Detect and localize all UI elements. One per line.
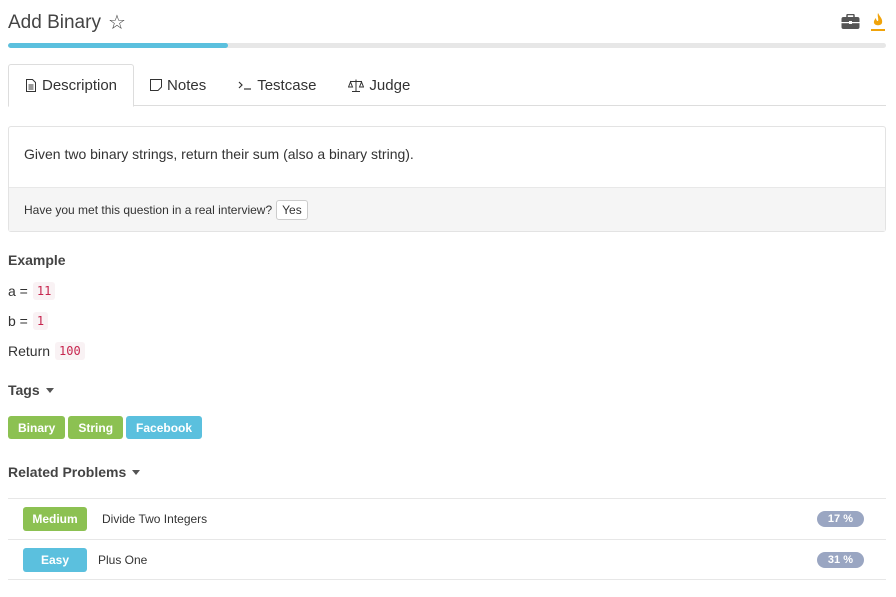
tag-facebook[interactable]: Facebook bbox=[126, 416, 203, 439]
progress-bar bbox=[8, 43, 886, 48]
tab-description[interactable]: Description bbox=[8, 64, 135, 107]
terminal-icon bbox=[238, 79, 252, 91]
example-heading-label: Example bbox=[8, 252, 66, 268]
related-problem-title[interactable]: Plus One bbox=[98, 553, 147, 567]
problem-description: Given two binary strings, return their s… bbox=[24, 146, 414, 162]
page-title: Add Binary bbox=[8, 12, 101, 33]
scale-icon bbox=[348, 79, 365, 92]
header-tools bbox=[841, 12, 886, 37]
yes-button[interactable]: Yes bbox=[276, 199, 308, 220]
related-problems-toggle[interactable]: Related Problems bbox=[8, 464, 141, 480]
related-problems-list: Medium Divide Two Integers 17 % Easy Plu… bbox=[8, 498, 886, 580]
tab-notes-label: Notes bbox=[167, 76, 207, 94]
interview-question-bar: Have you met this question in a real int… bbox=[9, 187, 885, 231]
example-a-label: a = bbox=[8, 283, 28, 299]
related-problem-title[interactable]: Divide Two Integers bbox=[102, 512, 207, 526]
related-problem-row[interactable]: Easy Plus One 31 % bbox=[8, 539, 886, 580]
example-line-a: a = 11 bbox=[8, 282, 56, 300]
example-line-return: Return 100 bbox=[8, 342, 85, 360]
description-panel: Given two binary strings, return their s… bbox=[8, 126, 886, 232]
example-line-b: b = 1 bbox=[8, 312, 49, 330]
caret-down-icon bbox=[132, 469, 141, 475]
acceptance-rate-badge: 31 % bbox=[816, 551, 864, 568]
tab-judge[interactable]: Judge bbox=[332, 64, 426, 106]
tag-binary[interactable]: Binary bbox=[8, 416, 66, 439]
tab-judge-label: Judge bbox=[369, 76, 411, 94]
tag-string[interactable]: String bbox=[68, 416, 124, 439]
tab-notes[interactable]: Notes bbox=[134, 64, 222, 106]
example-return-label: Return bbox=[8, 343, 51, 359]
note-icon bbox=[150, 79, 163, 91]
difficulty-badge: Easy bbox=[23, 547, 87, 572]
example-return-value: 100 bbox=[55, 342, 85, 360]
briefcase-icon[interactable] bbox=[841, 13, 860, 35]
tab-bar: Description Notes Testcase Judge bbox=[8, 64, 886, 107]
flame-icon[interactable] bbox=[870, 12, 886, 37]
tag-list: Binary String Facebook bbox=[8, 416, 203, 439]
example-a-value: 11 bbox=[32, 282, 56, 300]
document-icon bbox=[25, 79, 37, 92]
tab-testcase[interactable]: Testcase bbox=[222, 64, 332, 106]
tab-testcase-label: Testcase bbox=[257, 76, 317, 94]
page-title-row: Add Binary ☆ bbox=[8, 12, 126, 34]
progress-bar-fill bbox=[8, 43, 228, 48]
example-b-label: b = bbox=[8, 313, 28, 329]
caret-down-icon bbox=[45, 387, 54, 393]
difficulty-badge: Medium bbox=[23, 507, 87, 531]
example-b-value: 1 bbox=[32, 312, 49, 330]
acceptance-rate-badge: 17 % bbox=[816, 511, 864, 527]
tags-toggle[interactable]: Tags bbox=[8, 382, 54, 398]
tags-heading: Tags bbox=[8, 382, 40, 398]
star-icon[interactable]: ☆ bbox=[108, 13, 126, 33]
related-problems-heading: Related Problems bbox=[8, 464, 127, 480]
example-heading: Example bbox=[8, 252, 66, 268]
interview-question-text: Have you met this question in a real int… bbox=[24, 202, 273, 217]
tab-description-label: Description bbox=[42, 77, 118, 94]
related-problem-row[interactable]: Medium Divide Two Integers 17 % bbox=[8, 498, 886, 539]
